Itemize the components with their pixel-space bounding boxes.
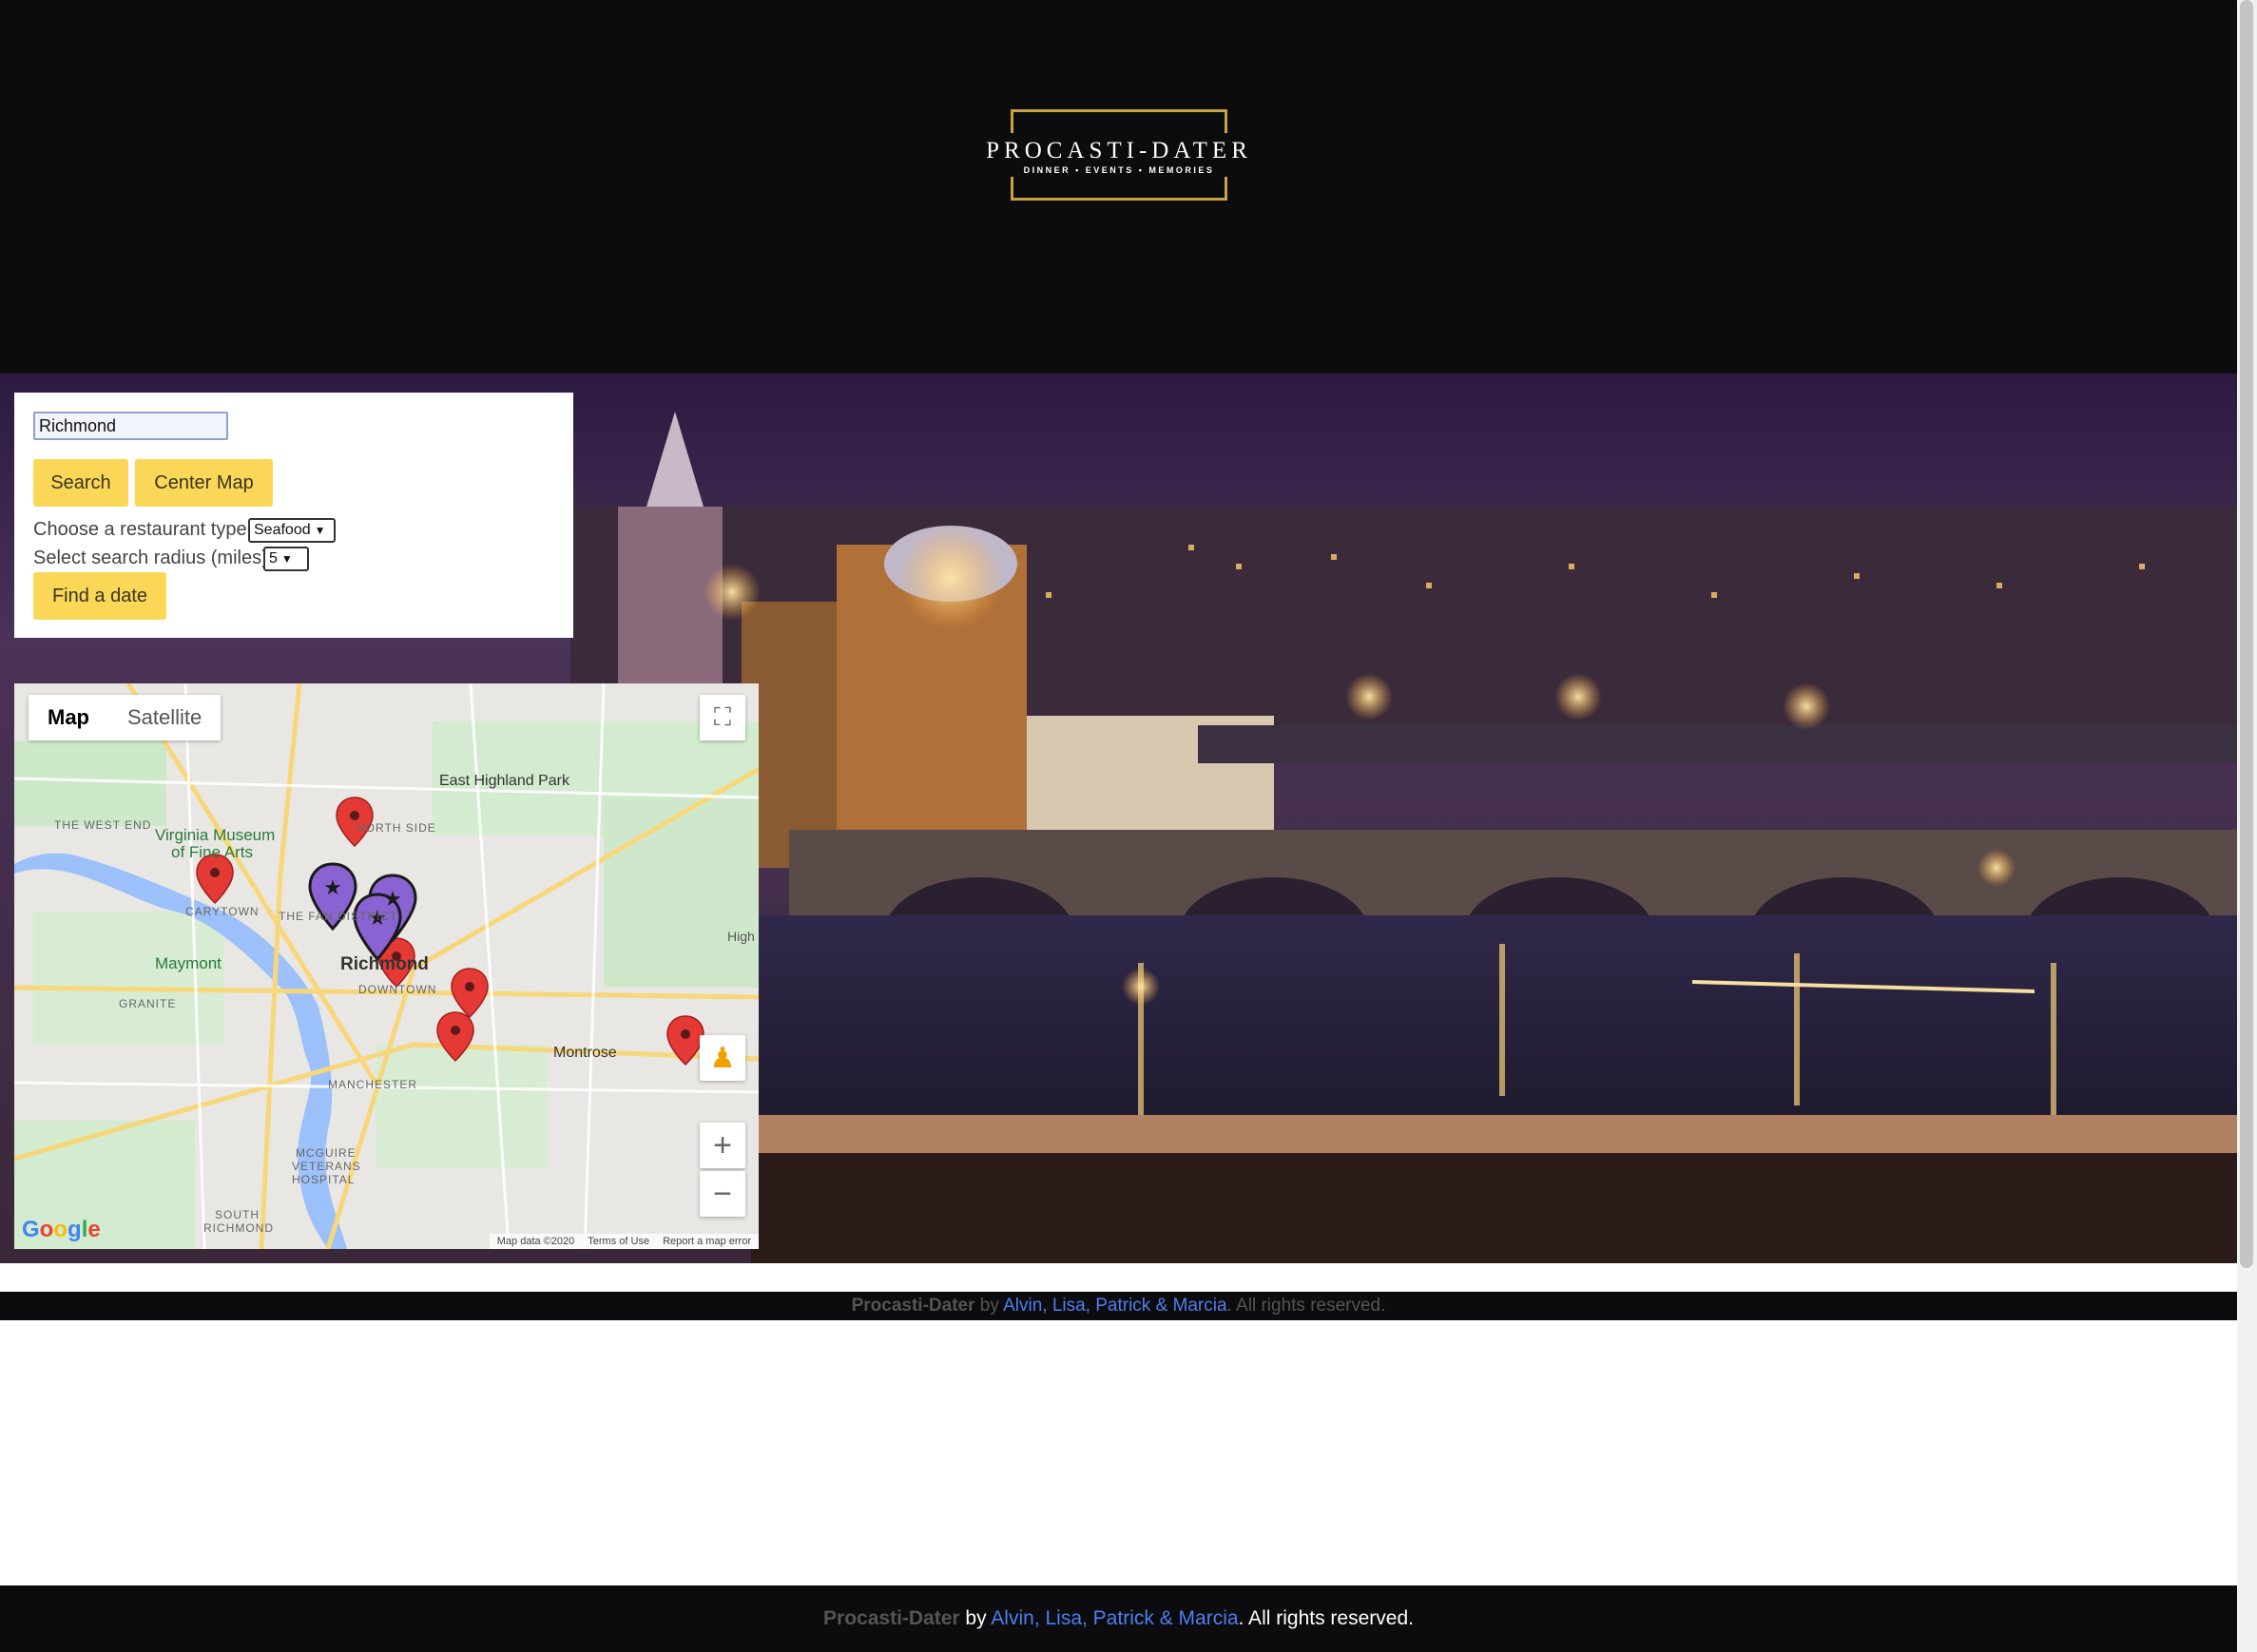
map-label-mcguire-2: VETERANS xyxy=(292,1160,361,1173)
map-tab[interactable]: Map xyxy=(29,695,108,740)
map-label-south-richmond-1: SOUTH xyxy=(215,1208,260,1221)
map-label-west-end: THE WEST END xyxy=(54,818,152,832)
footer-rights: . All rights reserved. xyxy=(1238,1607,1414,1629)
restaurant-type-label: Choose a restaurant type xyxy=(33,519,247,540)
terms-link[interactable]: Terms of Use xyxy=(588,1236,649,1247)
map-label-richmond: Richmond xyxy=(340,954,429,974)
google-map[interactable]: ★ ★ ★ Map Satellite ⛶ ♟ + − East Highlan… xyxy=(14,683,759,1249)
footer-top: Procasti-Dater by Alvin, Lisa, Patrick &… xyxy=(0,1292,2237,1320)
restaurant-type-value: Seafood xyxy=(254,522,311,538)
footer-bottom: Procasti-Dater by Alvin, Lisa, Patrick &… xyxy=(0,1585,2237,1652)
map-label-south-richmond-2: RICHMOND xyxy=(203,1221,274,1235)
map-label-east-highland-park: East Highland Park xyxy=(439,773,569,789)
search-radius-label: Select search radius (miles) xyxy=(33,547,268,568)
chevron-down-icon: ▼ xyxy=(314,524,326,537)
city-search-input[interactable] xyxy=(33,412,228,440)
map-label-maymont: Maymont xyxy=(155,954,222,972)
footer-authors-link[interactable]: Alvin, Lisa, Patrick & Marcia xyxy=(1003,1296,1226,1316)
map-attribution: Map data ©2020 Terms of Use Report a map… xyxy=(489,1234,759,1249)
satellite-tab[interactable]: Satellite xyxy=(108,695,221,740)
street-view-pegman-icon[interactable]: ♟ xyxy=(700,1035,745,1081)
search-radius-value: 5 xyxy=(269,550,278,567)
report-error-link[interactable]: Report a map error xyxy=(663,1236,751,1247)
fullscreen-icon[interactable]: ⛶ xyxy=(700,695,745,740)
map-label-carytown: CARYTOWN xyxy=(185,905,260,918)
logo-title: PROCASTI-DATER xyxy=(986,138,1252,163)
footer-by: by xyxy=(974,1296,1004,1316)
find-date-button[interactable]: Find a date xyxy=(33,572,166,620)
map-label-northside: NORTH SIDE xyxy=(357,821,436,835)
map-label-fan-district: THE FAN DISTRICT xyxy=(279,910,398,923)
footer-brand: Procasti-Dater xyxy=(851,1296,975,1316)
scrollbar-thumb[interactable] xyxy=(2240,0,2253,1268)
map-label-mcguire-1: MCGUIRE xyxy=(296,1146,357,1160)
map-label-museum: Virginia Museum xyxy=(155,826,276,844)
logo-tagline: DINNER • EVENTS • MEMORIES xyxy=(1023,165,1215,175)
footer-rights: . All rights reserved. xyxy=(1226,1296,1386,1316)
footer-by: by xyxy=(959,1607,992,1629)
map-label-mcguire-3: HOSPITAL xyxy=(292,1173,356,1186)
restaurant-type-select[interactable]: Seafood ▼ xyxy=(248,518,336,543)
map-label-fine-arts: of Fine Arts xyxy=(171,843,253,861)
map-label-downtown: DOWNTOWN xyxy=(358,983,437,996)
center-map-button[interactable]: Center Map xyxy=(135,459,273,507)
chevron-down-icon: ▼ xyxy=(280,552,293,566)
zoom-out-icon[interactable]: − xyxy=(700,1171,745,1217)
footer-authors-link[interactable]: Alvin, Lisa, Patrick & Marcia xyxy=(991,1607,1238,1629)
search-radius-select[interactable]: 5 ▼ xyxy=(263,547,309,571)
map-type-toggle: Map Satellite xyxy=(29,695,222,740)
map-label-granite: GRANITE xyxy=(119,997,177,1010)
zoom-in-icon[interactable]: + xyxy=(700,1123,745,1168)
map-data-text: Map data ©2020 xyxy=(496,1236,575,1247)
google-logo: Google xyxy=(22,1217,101,1242)
footer-brand: Procasti-Dater xyxy=(823,1607,960,1629)
svg-text:★: ★ xyxy=(323,876,342,900)
search-button[interactable]: Search xyxy=(33,459,128,507)
map-label-manchester: MANCHESTER xyxy=(328,1078,418,1091)
map-label-high-springs: High Spr xyxy=(727,929,759,944)
map-label-montrose: Montrose xyxy=(553,1045,617,1061)
